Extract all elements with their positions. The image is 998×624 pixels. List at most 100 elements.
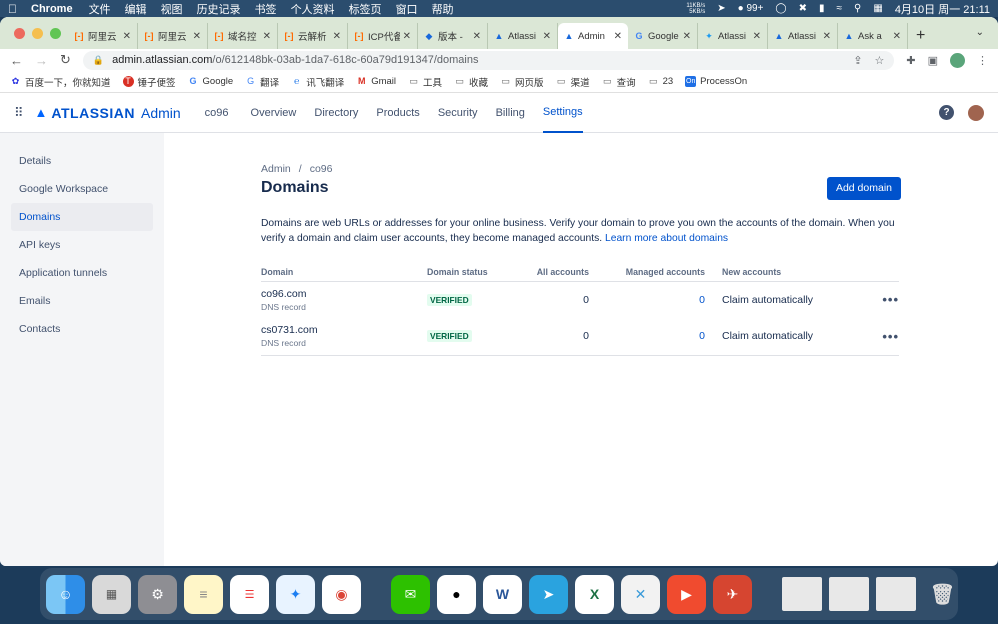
menu-view[interactable]: 视图 xyxy=(161,1,183,17)
sidebar-item-contacts[interactable]: Contacts xyxy=(11,315,153,343)
close-tab-icon[interactable]: ✕ xyxy=(614,31,622,42)
close-tab-icon[interactable]: ✕ xyxy=(753,31,761,42)
profile-avatar[interactable] xyxy=(950,52,965,68)
minimized-window-thumbnail[interactable] xyxy=(876,577,916,611)
bookmark-item[interactable]: G 翻译 xyxy=(245,75,279,89)
x-app-icon[interactable]: ✕ xyxy=(621,574,660,614)
excel-icon[interactable]: X xyxy=(575,574,614,614)
nav-directory[interactable]: Directory xyxy=(314,93,358,133)
close-tab-icon[interactable]: ✕ xyxy=(403,31,411,42)
menubar-datetime[interactable]: 4月10日 周一 21:11 xyxy=(895,1,990,17)
close-tab-icon[interactable]: ✕ xyxy=(683,31,691,42)
sidebar-item-emails[interactable]: Emails xyxy=(11,287,153,315)
bluetooth-icon[interactable]: ✖ xyxy=(799,3,807,14)
bookmark-item[interactable]: ✿ 百度一下，你就知道 xyxy=(10,75,111,89)
nav-billing[interactable]: Billing xyxy=(496,93,525,133)
back-arrow-icon[interactable]: ← xyxy=(10,53,23,68)
bookmark-folder[interactable]: ▭ 23 xyxy=(648,76,673,87)
nav-products[interactable]: Products xyxy=(376,93,419,133)
qq-status-icon[interactable]: ● 99+ xyxy=(738,3,764,14)
word-icon[interactable]: W xyxy=(483,574,522,614)
battery-icon[interactable]: ▮ xyxy=(819,3,825,14)
bookmark-item[interactable]: On ProcessOn xyxy=(685,76,747,87)
minimized-window-thumbnail[interactable] xyxy=(782,577,822,611)
bookmark-folder[interactable]: ▭ 网页版 xyxy=(500,75,543,89)
reload-icon[interactable]: ↻ xyxy=(60,52,71,68)
bookmark-item[interactable]: T 锤子便签 xyxy=(122,75,176,89)
bookmark-item[interactable]: ℮ 讯飞翻译 xyxy=(291,75,344,89)
nav-settings[interactable]: Settings xyxy=(542,93,583,133)
browser-tab[interactable]: ◆ 版本 - ✕ xyxy=(418,23,488,49)
browser-tab[interactable]: [-] 阿里云 ✕ xyxy=(138,23,208,49)
more-actions-icon[interactable]: ••• xyxy=(869,318,899,356)
menu-file[interactable]: 文件 xyxy=(89,1,111,17)
parallels-icon[interactable]: ▶ xyxy=(667,574,706,614)
minimize-window-button[interactable] xyxy=(32,28,43,39)
qq-icon[interactable]: ● xyxy=(437,574,476,614)
browser-tab[interactable]: [-] 域名控 ✕ xyxy=(208,23,278,49)
bookmark-folder[interactable]: ▭ 工具 xyxy=(408,75,442,89)
managed-accounts-link[interactable]: 0 xyxy=(589,281,705,318)
system-settings-icon[interactable]: ⚙ xyxy=(138,574,177,614)
reminders-icon[interactable]: ☰ xyxy=(230,574,269,614)
browser-tab-active[interactable]: ▲ Admin ✕ xyxy=(558,23,628,49)
extensions-puzzle-icon[interactable]: ✚ xyxy=(906,54,915,67)
safari-icon[interactable]: ✦ xyxy=(276,574,315,614)
url-bar[interactable]: 🔒 admin.atlassian.com/o/612148bk-03ab-1d… xyxy=(82,50,895,70)
atlassian-admin-logo[interactable]: ▲ ATLASSIAN Admin xyxy=(35,105,181,121)
wechat-status-icon[interactable]: ◯ xyxy=(775,3,786,14)
close-window-button[interactable] xyxy=(14,28,25,39)
chrome-icon[interactable]: ◉ xyxy=(322,574,361,614)
maximize-window-button[interactable] xyxy=(50,28,61,39)
sidebar-item-details[interactable]: Details xyxy=(11,147,153,175)
close-tab-icon[interactable]: ✕ xyxy=(193,31,201,42)
nav-security[interactable]: Security xyxy=(438,93,478,133)
telegram-icon[interactable]: ➤ xyxy=(529,574,568,614)
lock-icon[interactable]: 🔒 xyxy=(93,55,104,66)
menu-history[interactable]: 历史记录 xyxy=(197,1,241,17)
more-actions-icon[interactable]: ••• xyxy=(869,281,899,318)
close-tab-icon[interactable]: ✕ xyxy=(263,31,271,42)
search-icon[interactable]: ⚲ xyxy=(854,3,861,14)
browser-tab[interactable]: ▲ Atlassi ✕ xyxy=(488,23,558,49)
menubar-app-name[interactable]: Chrome xyxy=(31,3,73,15)
telegram-status-icon[interactable]: ➤ xyxy=(717,3,725,14)
help-icon[interactable]: ? xyxy=(939,105,954,120)
breadcrumb-admin[interactable]: Admin xyxy=(261,163,291,175)
control-center-icon[interactable]: ▦ xyxy=(873,3,882,14)
nav-overview[interactable]: Overview xyxy=(251,93,297,133)
browser-tab[interactable]: [-] 云解析 ✕ xyxy=(278,23,348,49)
menu-bookmarks[interactable]: 书签 xyxy=(255,1,277,17)
close-tab-icon[interactable]: ✕ xyxy=(893,31,901,42)
learn-more-link[interactable]: Learn more about domains xyxy=(605,233,728,244)
menu-window[interactable]: 窗口 xyxy=(396,1,418,17)
sidebar-item-domains[interactable]: Domains xyxy=(11,203,153,231)
app-switcher-grid-icon[interactable]: ⠿ xyxy=(14,105,23,121)
bookmark-folder[interactable]: ▭ 渠道 xyxy=(556,75,590,89)
bookmark-item[interactable]: G Google xyxy=(188,76,234,87)
launchpad-icon[interactable]: ▦ xyxy=(92,574,131,614)
browser-tab[interactable]: ▲ Atlassi ✕ xyxy=(768,23,838,49)
minimized-window-thumbnail[interactable] xyxy=(829,577,869,611)
add-domain-button[interactable]: Add domain xyxy=(826,177,901,200)
bookmark-item[interactable]: M Gmail xyxy=(356,76,396,87)
sidebar-item-api-keys[interactable]: API keys xyxy=(11,231,153,259)
close-tab-icon[interactable]: ✕ xyxy=(473,31,481,42)
browser-tab[interactable]: [-] ICP代备 ✕ xyxy=(348,23,418,49)
new-tab-plus-icon[interactable]: + xyxy=(916,27,925,45)
notes-icon[interactable]: ≡ xyxy=(184,574,223,614)
apple-icon[interactable]:  xyxy=(8,2,17,16)
org-switcher[interactable]: co96 xyxy=(205,107,229,119)
sidebar-item-application-tunnels[interactable]: Application tunnels xyxy=(11,259,153,287)
user-avatar[interactable] xyxy=(968,104,984,121)
close-tab-icon[interactable]: ✕ xyxy=(543,31,551,42)
remote-desktop-icon[interactable]: ✈ xyxy=(713,574,752,614)
wifi-icon[interactable]: ≈ xyxy=(837,3,843,14)
bookmark-folder[interactable]: ▭ 收藏 xyxy=(454,75,488,89)
browser-tab[interactable]: [-] 阿里云 ✕ xyxy=(68,23,138,49)
menu-help[interactable]: 帮助 xyxy=(432,1,454,17)
bookmark-folder[interactable]: ▭ 查询 xyxy=(602,75,636,89)
forward-arrow-icon[interactable]: → xyxy=(35,53,48,68)
close-tab-icon[interactable]: ✕ xyxy=(823,31,831,42)
close-tab-icon[interactable]: ✕ xyxy=(333,31,341,42)
